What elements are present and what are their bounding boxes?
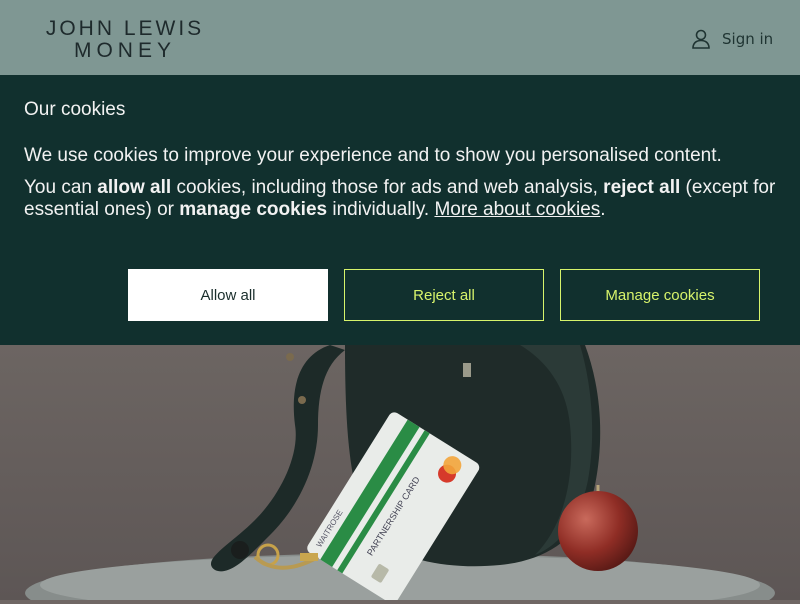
cookie-title: Our cookies [24,99,126,120]
hero-illustration: WAITROSE PARTNERSHIP CARD [0,345,800,604]
allow-all-emphasis: allow all [97,177,172,198]
cookie-description: You can allow all cookies, including tho… [24,177,779,221]
john-lewis-money-logo[interactable]: JOHN LEWIS MONEY [32,18,218,62]
logo-line1: JOHN LEWIS [45,17,205,40]
hero-image: WAITROSE PARTNERSHIP CARD [0,345,800,604]
cookie-text: cookies, including those for ads and web… [171,177,604,198]
red-bauble [558,491,638,571]
manage-cookies-emphasis: manage cookies [179,199,328,220]
site-header: JOHN LEWIS MONEY Sign in [0,0,800,75]
cookie-banner: Our cookies We use cookies to improve yo… [0,75,800,345]
reject-all-emphasis: reject all [603,177,681,198]
logo-line2: MONEY [73,39,176,62]
user-icon [692,29,710,49]
bag-clasp [463,363,471,377]
manage-cookies-button[interactable]: Manage cookies [560,269,760,321]
cookie-text: individually. [327,199,435,220]
cookie-intro: We use cookies to improve your experienc… [24,145,722,166]
cookie-text: You can [24,177,98,198]
more-about-cookies-link[interactable]: More about cookies [434,199,600,220]
strap-rivet [298,396,306,404]
sign-in-link[interactable]: Sign in [690,28,773,50]
reject-all-button[interactable]: Reject all [344,269,544,321]
sign-in-label: Sign in [722,30,774,48]
cookie-text: . [600,199,606,220]
allow-all-button[interactable]: Allow all [128,269,328,321]
strap-rivet [286,353,294,361]
